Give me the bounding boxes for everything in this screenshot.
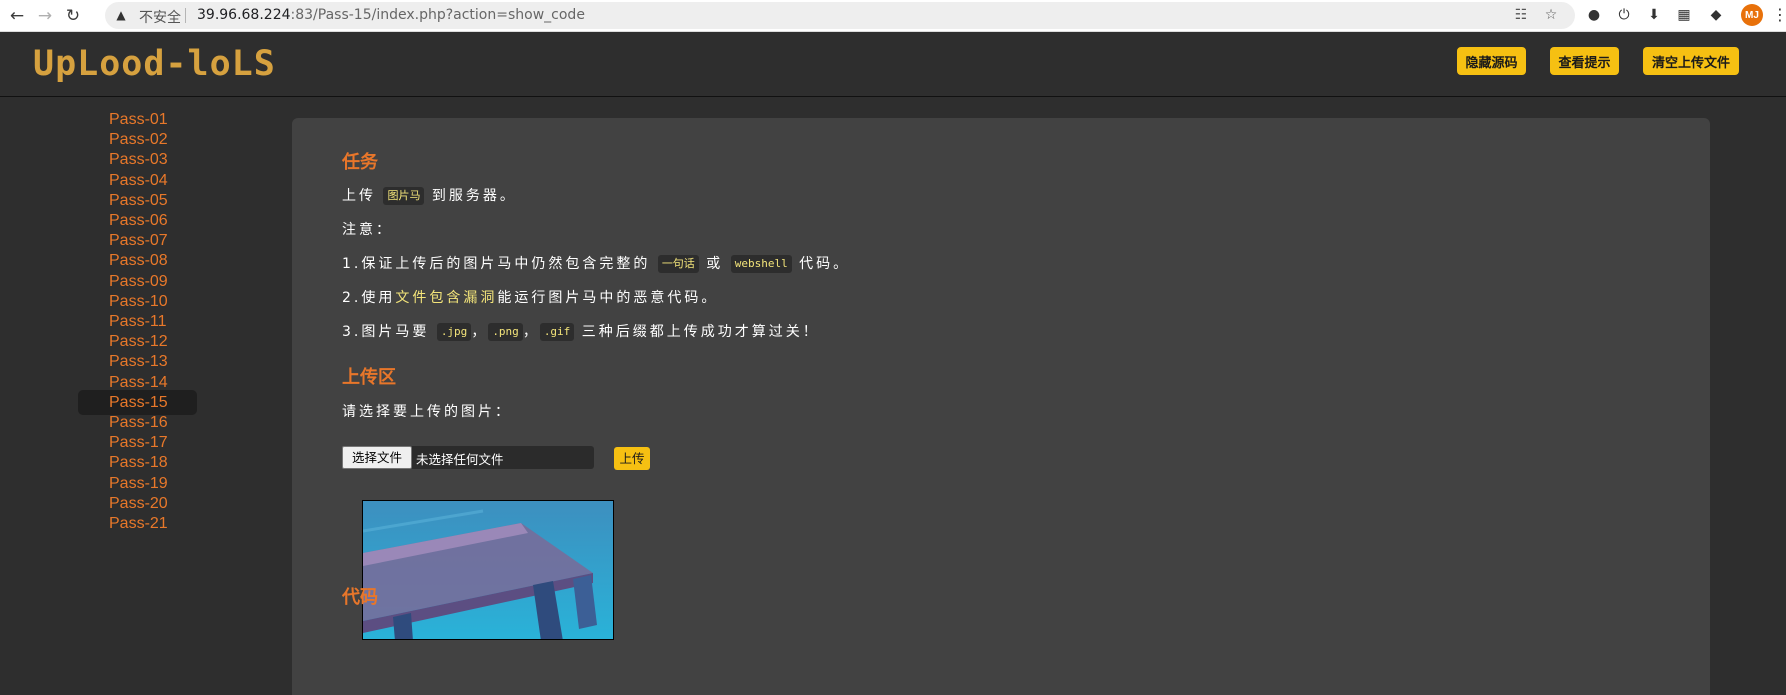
security-label: 不安全 [139,10,181,26]
forward-icon[interactable]: → [34,5,56,27]
upload-submit-button[interactable]: 上传 [614,447,650,470]
note-label: 注意： [342,222,393,238]
uploaded-image-preview [362,500,614,640]
note-item-1-pre: 1.保证上传后的图片马中仍然包含完整的 [342,256,651,272]
logo[interactable]: UpLood-loLS [33,44,276,84]
address-bar[interactable]: ▲ 不安全 39.96.68.224:83/Pass-15/index.php?… [105,2,1575,29]
upload-prompt: 请选择要上传的图片： [342,404,512,420]
upload-title: 上传区 [342,367,396,388]
back-icon[interactable]: ← [6,5,28,27]
note-item-1-mid: 或 [706,256,724,272]
hide-source-button[interactable]: 隐藏源码 [1457,47,1526,75]
main-panel: 任务 上传 图片马 到服务器。 注意： 1.保证上传后的图片马中仍然包含完整的 … [292,118,1710,695]
sidebar-item-pass-21[interactable]: Pass-21 [78,511,197,536]
code-tag: .gif [539,323,575,341]
clear-uploads-button[interactable]: 清空上传文件 [1643,47,1739,75]
task-line-pre: 上传 [342,188,376,204]
reload-icon[interactable]: ↻ [62,5,84,27]
task-title: 任务 [342,152,378,173]
url-host: 39.96.68.224 [197,7,291,23]
bookmark-star-icon[interactable]: ☆ [1542,6,1560,24]
choose-file-button[interactable]: 选择文件 [342,446,412,469]
google-translate-icon[interactable]: ▦ [1674,5,1694,25]
sidebar: Pass-01 Pass-02 Pass-03 Pass-04 Pass-05 Pass-… [0,98,292,695]
warning-icon: ▲ [116,8,126,22]
extension-mask-icon[interactable]: ● [1584,5,1604,25]
power-icon[interactable]: ⏻ [1614,5,1634,25]
note-item-3: 3.图片马要 .jpg， .png， .gif 三种后缀都上传成功才算过关！ [342,322,820,342]
separator-text: ， [471,324,489,340]
code-tag: .jpg [436,323,472,341]
no-file-label: 未选择任何文件 [416,452,504,467]
file-input[interactable]: 选择文件 未选择任何文件 [342,446,594,469]
site-header: UpLood-loLS 隐藏源码 查看提示 清空上传文件 [0,32,1786,97]
note-item-2-post: 能运行图片马中的恶意代码。 [497,290,719,306]
puzzle-icon[interactable]: ◆ [1706,5,1726,25]
note-item-1: 1.保证上传后的图片马中仍然包含完整的 一句话 或 webshell 代码。 [342,254,850,274]
note-item-2-pre: 2.使用 [342,290,396,306]
menu-icon[interactable]: ⋮ [1772,5,1786,25]
code-title: 代码 [342,587,378,608]
code-tag: .png [488,323,523,341]
url-path: :83/Pass-15/index.php?action=show_code [290,7,585,23]
note-item-2: 2.使用文件包含漏洞能运行图片马中的恶意代码。 [342,288,718,308]
translate-icon[interactable]: ☷ [1512,6,1530,24]
note-item-3-pre: 3.图片马要 [342,324,430,340]
note-item-3-post: 三种后缀都上传成功才算过关！ [581,324,820,340]
separator [185,8,186,23]
code-tag: webshell [730,255,792,273]
code-tag: 一句话 [657,255,699,273]
code-tag: 图片马 [383,187,425,205]
avatar[interactable]: MJ [1741,4,1763,26]
task-line: 上传 图片马 到服务器。 [342,186,517,206]
note-item-1-post: 代码。 [799,256,851,272]
preview-image [363,501,613,639]
download-icon[interactable]: ⬇ [1644,5,1664,25]
url-text: 39.96.68.224:83/Pass-15/index.php?action… [197,7,585,23]
separator-text: ， [522,324,540,340]
file-include-link[interactable]: 文件包含漏洞 [395,290,497,306]
browser-toolbar: ← → ↻ ▲ 不安全 39.96.68.224:83/Pass-15/inde… [0,0,1786,32]
show-hint-button[interactable]: 查看提示 [1550,47,1619,75]
task-line-post: 到服务器。 [431,188,517,204]
